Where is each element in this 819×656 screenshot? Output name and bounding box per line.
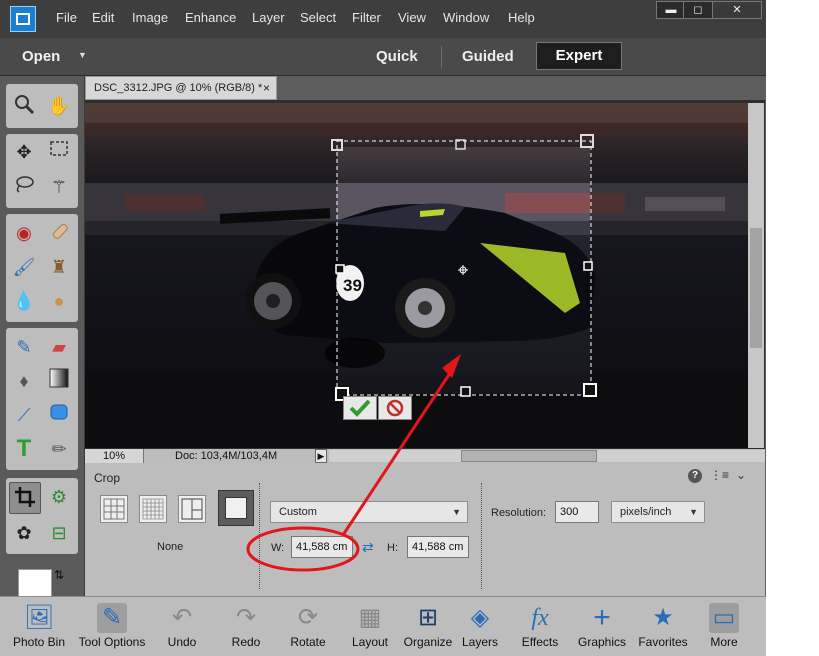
annotation-arrow-head [442,354,461,378]
annotation-overlay [246,354,461,572]
annotation-circle [246,526,360,572]
annotation-arrow-line [341,363,458,536]
